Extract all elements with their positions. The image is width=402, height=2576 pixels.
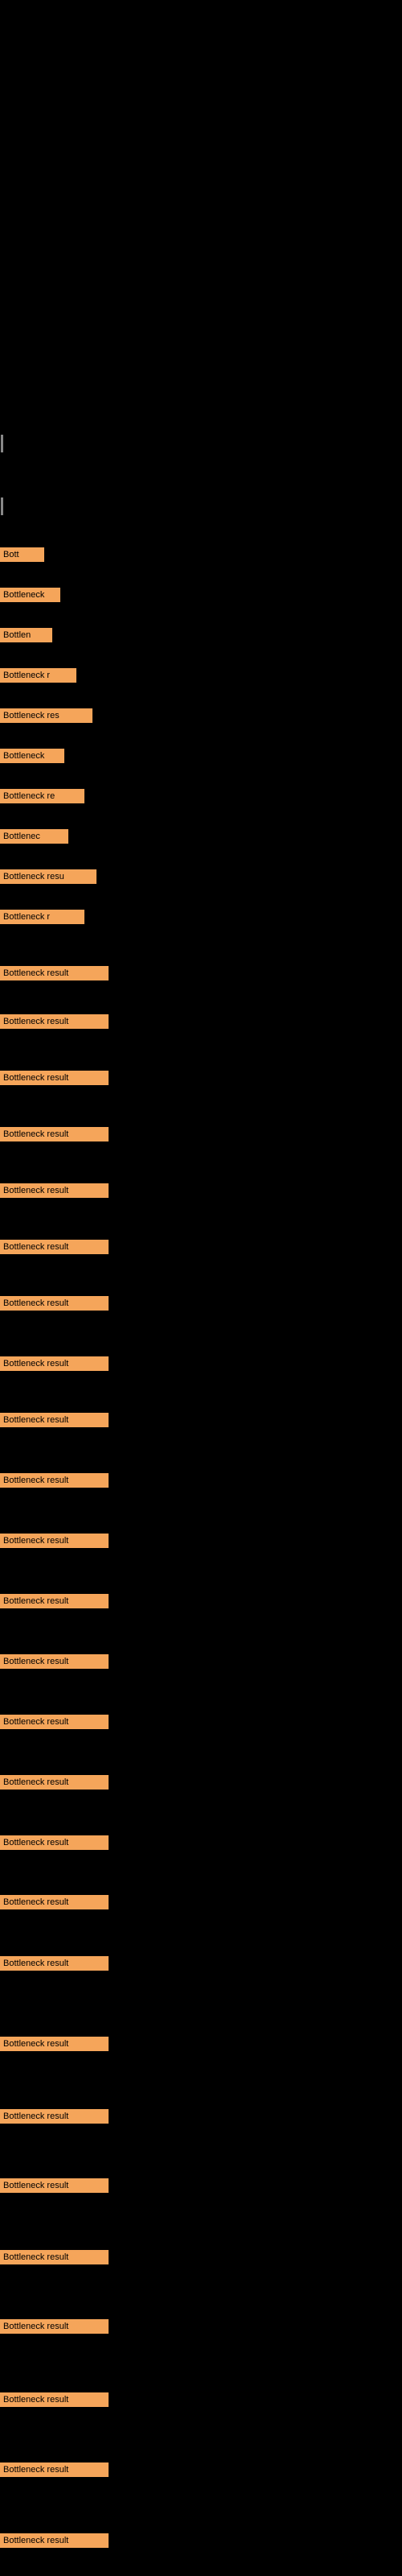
bottleneck-item: Bott [0,547,44,562]
bottleneck-item: Bottleneck result [0,2037,109,2051]
bar-marker-1 [1,435,3,452]
bottleneck-item: Bottleneck result [0,1775,109,1790]
bottleneck-item: Bottleneck result [0,1715,109,1729]
bottleneck-item: Bottleneck result [0,2319,109,2334]
bottleneck-item: Bottleneck result [0,2250,109,2264]
bottleneck-item: Bottleneck result [0,2178,109,2193]
bottleneck-item: Bottlenec [0,829,68,844]
bottleneck-item: Bottleneck result [0,1240,109,1254]
bottleneck-item: Bottleneck result [0,1183,109,1198]
bar-marker-2 [1,497,3,515]
bottleneck-item: Bottleneck result [0,2109,109,2124]
bottleneck-item: Bottleneck result [0,1071,109,1085]
bottleneck-item: Bottleneck result [0,1594,109,1608]
main-content: TheBottlenecker.com BottBottleneckBottle… [0,0,402,2576]
bottleneck-item: Bottleneck result [0,2392,109,2407]
bottleneck-item: Bottleneck result [0,1654,109,1669]
bottleneck-item: Bottleneck result [0,1534,109,1548]
bottleneck-item: Bottleneck result [0,1296,109,1311]
bottleneck-item: Bottleneck result [0,1413,109,1427]
bottleneck-item: Bottleneck r [0,910,84,924]
bottleneck-item: Bottleneck r [0,668,76,683]
bottleneck-item: Bottleneck result [0,2462,109,2477]
bottleneck-item: Bottleneck [0,749,64,763]
bottleneck-item: Bottleneck resu [0,869,96,884]
bottleneck-item: Bottleneck result [0,1895,109,1909]
bottleneck-item: Bottleneck result [0,1835,109,1850]
bottleneck-item: Bottleneck result [0,1127,109,1141]
bottleneck-item: Bottleneck re [0,789,84,803]
bottleneck-item: Bottleneck result [0,1014,109,1029]
bottleneck-item: Bottleneck res [0,708,92,723]
bottleneck-item: Bottleneck [0,588,60,602]
bottleneck-item: Bottleneck result [0,1473,109,1488]
chart-area [0,0,402,523]
bottleneck-item: Bottleneck result [0,1356,109,1371]
bottleneck-item: Bottleneck result [0,1956,109,1971]
bottleneck-item: Bottleneck result [0,2533,109,2548]
bottleneck-item: Bottleneck result [0,966,109,980]
bottleneck-item: Bottlen [0,628,52,642]
